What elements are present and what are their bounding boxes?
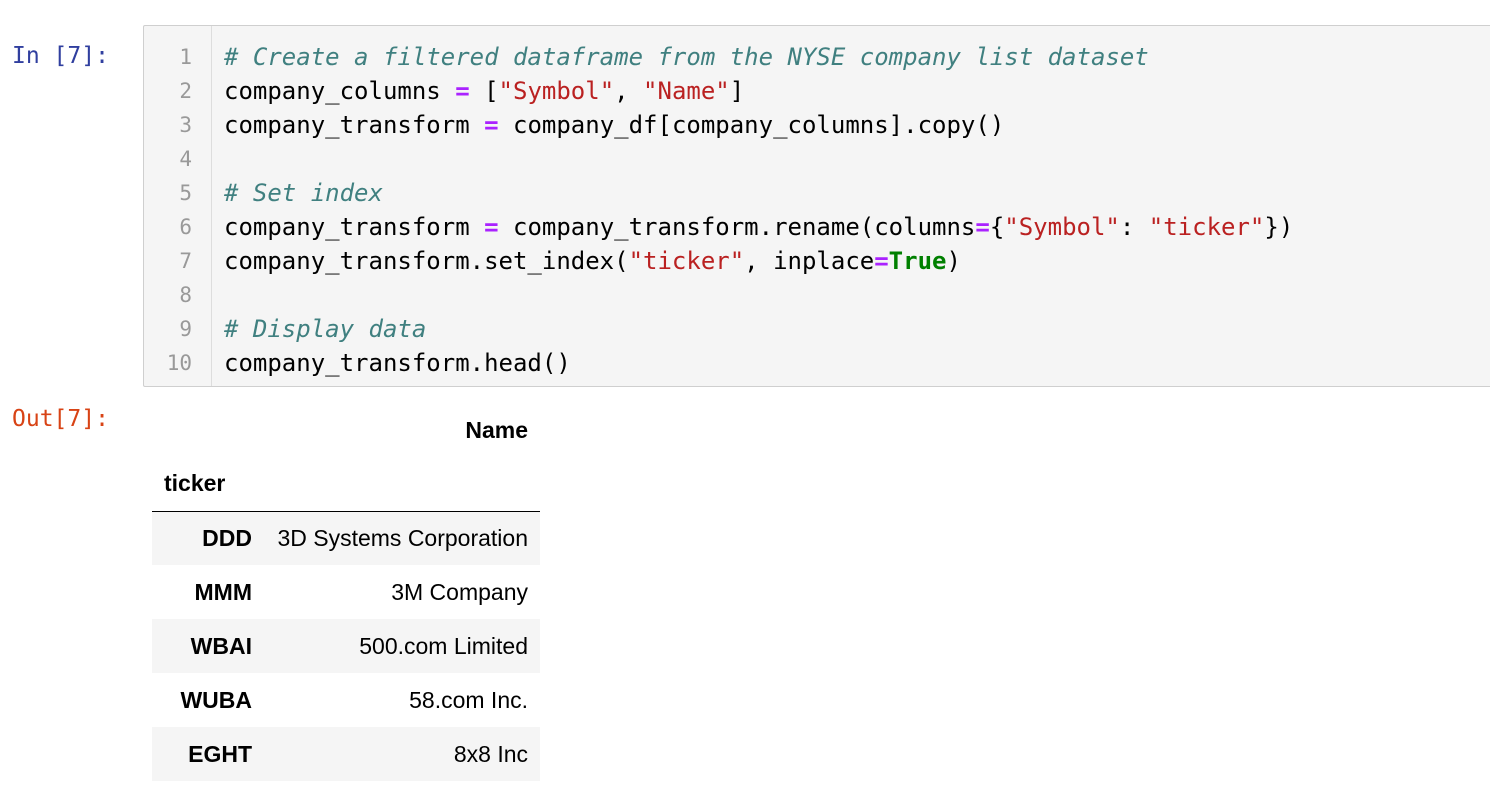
- code-token: company_transform: [224, 213, 485, 241]
- line-number: 1: [179, 45, 192, 69]
- line-number: 8: [179, 283, 192, 307]
- row-index: EGHT: [188, 740, 252, 767]
- row-index: WBAI: [190, 632, 252, 659]
- line-number: 7: [179, 249, 192, 273]
- code-token: ): [946, 247, 961, 275]
- code-line-3[interactable]: company_transform = company_df[company_c…: [224, 108, 1004, 142]
- line-number: 9: [179, 317, 192, 341]
- code-line-1[interactable]: # Create a filtered dataframe from the N…: [224, 40, 1149, 74]
- code-string: "Symbol": [498, 77, 615, 105]
- index-name-filler: [264, 457, 540, 512]
- table-cell: 3D Systems Corporation: [277, 524, 528, 551]
- index-name-ticker: ticker: [152, 457, 264, 512]
- code-line-5[interactable]: # Set index: [224, 176, 383, 210]
- table-cell: 3M Company: [391, 578, 528, 605]
- table-cell: 500.com Limited: [359, 632, 528, 659]
- code-operator: =: [975, 213, 990, 241]
- code-token: company_transform: [224, 111, 485, 139]
- index-name-row: ticker: [152, 457, 540, 512]
- table-row: WBAI 500.com Limited: [152, 619, 540, 673]
- code-token: [: [469, 77, 499, 105]
- table-row: DDD 3D Systems Corporation: [152, 511, 540, 565]
- code-token: :: [1119, 213, 1149, 241]
- code-comment: # Create a filtered dataframe from the N…: [224, 43, 1149, 71]
- code-operator: =: [484, 111, 499, 139]
- line-number: 2: [179, 79, 192, 103]
- code-token: ,: [614, 77, 644, 105]
- code-cell-input[interactable]: 1 2 3 4 5 6 7 8 9 10 # Create a filtered…: [143, 25, 1490, 387]
- code-keyword: True: [888, 247, 947, 275]
- code-line-6[interactable]: company_transform = company_transform.re…: [224, 210, 1293, 244]
- dataframe-output: Name ticker DDD 3D Systems Corporation M…: [152, 403, 540, 781]
- code-operator: =: [484, 213, 499, 241]
- line-number: 4: [179, 147, 192, 171]
- line-number: 3: [179, 113, 192, 137]
- code-comment: # Set index: [224, 179, 383, 207]
- table-corner: [152, 403, 264, 457]
- code-token: company_transform.rename(columns: [498, 213, 976, 241]
- code-string: "Symbol": [1004, 213, 1120, 241]
- code-token: ]: [729, 77, 745, 105]
- code-string: "ticker": [1148, 213, 1265, 241]
- table-row: WUBA 58.com Inc.: [152, 673, 540, 727]
- code-token: , inplace: [744, 247, 875, 275]
- line-number: 6: [179, 215, 192, 239]
- table-row: EGHT 8x8 Inc: [152, 727, 540, 781]
- row-index: DDD: [202, 524, 252, 551]
- code-line-10[interactable]: company_transform.head(): [224, 346, 571, 380]
- code-operator: =: [874, 247, 889, 275]
- line-number: 10: [166, 351, 192, 375]
- code-token: company_transform.set_index(: [224, 247, 629, 275]
- code-token: }): [1264, 213, 1294, 241]
- row-index: MMM: [194, 578, 252, 605]
- code-line-9[interactable]: # Display data: [224, 312, 426, 346]
- column-header-row: Name: [152, 403, 540, 457]
- code-token: {: [989, 213, 1005, 241]
- line-number-gutter: 1 2 3 4 5 6 7 8 9 10: [144, 26, 212, 386]
- code-string: "Name": [643, 77, 730, 105]
- code-line-7[interactable]: company_transform.set_index("ticker", in…: [224, 244, 961, 278]
- table-cell: 8x8 Inc: [453, 740, 528, 767]
- code-comment: # Display data: [224, 315, 427, 343]
- code-string: "ticker": [628, 247, 745, 275]
- code-line-2[interactable]: company_columns = ["Symbol", "Name"]: [224, 74, 744, 108]
- input-prompt: In [7]:: [12, 43, 109, 69]
- table-cell: 58.com Inc.: [409, 686, 528, 713]
- line-number: 5: [179, 181, 192, 205]
- code-token: company_columns: [224, 77, 456, 105]
- column-header-name: Name: [465, 416, 528, 443]
- output-prompt: Out[7]:: [12, 406, 109, 432]
- code-token: company_transform.head(): [224, 349, 571, 377]
- row-index: WUBA: [180, 686, 252, 713]
- code-token: company_df[company_columns].copy(): [498, 111, 1005, 139]
- table-row: MMM 3M Company: [152, 565, 540, 619]
- code-operator: =: [455, 77, 470, 105]
